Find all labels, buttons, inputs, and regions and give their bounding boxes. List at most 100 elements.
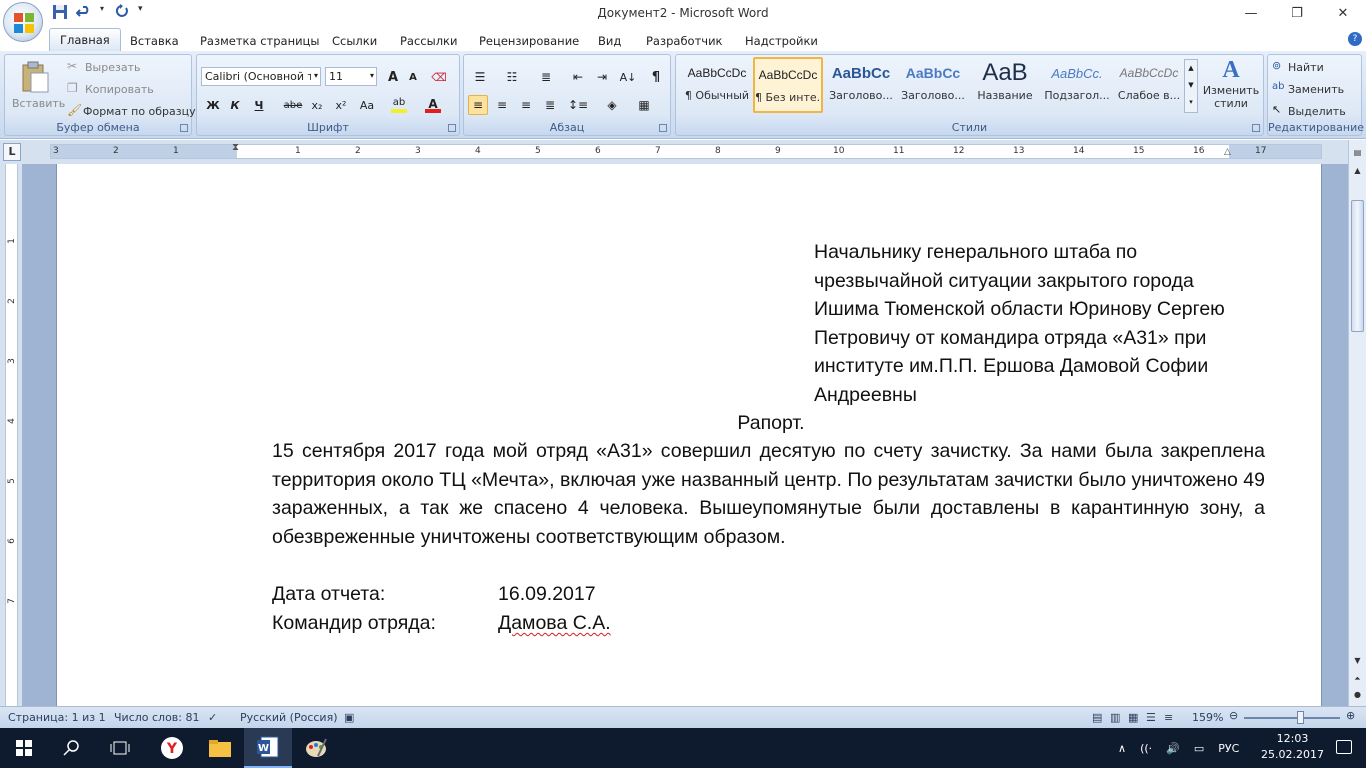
file-explorer-button[interactable]: [196, 728, 244, 768]
zoom-slider[interactable]: [1244, 717, 1340, 719]
numbering-button[interactable]: ☷: [502, 67, 522, 87]
scroll-up-icon[interactable]: ▲: [1349, 162, 1366, 179]
paint-button[interactable]: [292, 728, 340, 768]
ruler-toggle-icon[interactable]: ▤: [1349, 144, 1366, 161]
style-heading-1[interactable]: AaBbCc Заголово...: [826, 57, 896, 113]
bullets-button[interactable]: ☰: [470, 67, 490, 87]
tab-developer[interactable]: Разработчик: [646, 31, 723, 51]
zoom-level[interactable]: 159%: [1192, 711, 1223, 724]
line-spacing-button[interactable]: ↕≡: [568, 95, 588, 115]
search-button[interactable]: [48, 728, 96, 768]
help-icon[interactable]: ?: [1348, 32, 1362, 46]
print-layout-icon[interactable]: ▤: [1092, 711, 1102, 724]
replace-button[interactable]: ab Заменить: [1272, 81, 1358, 99]
increase-indent-button[interactable]: ⇥: [592, 67, 612, 87]
change-case-button[interactable]: Aa: [357, 95, 377, 115]
bold-button[interactable]: Ж: [203, 95, 223, 115]
tab-selector[interactable]: L: [3, 143, 21, 161]
full-screen-reading-icon[interactable]: ▥: [1110, 711, 1120, 724]
align-right-button[interactable]: ≡: [516, 95, 536, 115]
macro-record-icon[interactable]: ▣: [344, 711, 354, 724]
change-styles-button[interactable]: A Изменить стили: [1202, 57, 1260, 119]
decrease-indent-button[interactable]: ⇤: [568, 67, 588, 87]
sort-button[interactable]: A↓: [618, 67, 638, 87]
office-button[interactable]: [3, 2, 43, 42]
previous-page-icon[interactable]: ⏶: [1349, 670, 1366, 687]
superscript-button[interactable]: x²: [331, 95, 351, 115]
shading-button[interactable]: ◈: [602, 95, 622, 115]
underline-button[interactable]: Ч: [249, 95, 269, 115]
font-launcher-icon[interactable]: [448, 124, 456, 132]
cut-button[interactable]: ✂ Вырезать: [65, 59, 185, 77]
vertical-ruler-track[interactable]: 1 2 3 4 5 6 7: [5, 164, 18, 706]
right-indent-marker-icon[interactable]: △: [1224, 147, 1231, 157]
tab-insert[interactable]: Вставка: [130, 31, 179, 51]
word-count[interactable]: Число слов: 81: [114, 711, 200, 724]
style-normal[interactable]: AaBbCcDc ¶ Обычный: [682, 57, 752, 113]
styles-launcher-icon[interactable]: [1252, 124, 1260, 132]
spelling-icon[interactable]: ✓: [208, 711, 217, 724]
shrink-font-button[interactable]: A: [403, 67, 423, 87]
notifications-icon[interactable]: [1336, 740, 1352, 754]
grow-font-button[interactable]: A: [383, 67, 403, 87]
multilevel-list-button[interactable]: ≣: [536, 67, 556, 87]
font-name-box[interactable]: Calibri (Основной те ▾: [201, 67, 321, 86]
document-page[interactable]: Начальнику генерального штаба по чрезвыч…: [56, 164, 1322, 706]
horizontal-ruler[interactable]: 3 2 1 1 2 3 4 5 6 7 8 9 10 11 12 13 14 1…: [50, 142, 1322, 159]
yandex-browser-button[interactable]: Y: [148, 728, 196, 768]
format-painter-button[interactable]: 🖌 Формат по образцу: [65, 103, 196, 121]
select-button[interactable]: ↖ Выделить: [1272, 103, 1358, 121]
tab-mailings[interactable]: Рассылки: [400, 31, 457, 51]
scroll-down-icon[interactable]: ▼: [1349, 652, 1366, 669]
scroll-thumb[interactable]: [1351, 200, 1364, 332]
word-taskbar-button[interactable]: W: [244, 728, 292, 768]
task-view-button[interactable]: [96, 728, 144, 768]
justify-button[interactable]: ≣: [540, 95, 560, 115]
clear-format-button[interactable]: ⌫: [429, 67, 449, 87]
clock[interactable]: 12:03 25.02.2017: [1261, 731, 1324, 763]
language-indicator-taskbar[interactable]: РУС: [1218, 742, 1239, 755]
subscript-button[interactable]: x₂: [307, 95, 327, 115]
show-hidden-icons-icon[interactable]: ∧: [1118, 742, 1126, 755]
tab-page-layout[interactable]: Разметка страницы: [200, 31, 319, 51]
tab-addins[interactable]: Надстройки: [745, 31, 818, 51]
vertical-scrollbar[interactable]: ▤ ▲ ▼ ⏶ ●: [1348, 140, 1366, 706]
zoom-slider-thumb[interactable]: [1296, 711, 1304, 724]
tab-home[interactable]: Главная: [49, 28, 121, 51]
align-center-button[interactable]: ≡: [492, 95, 512, 115]
language-indicator[interactable]: Русский (Россия): [240, 711, 338, 724]
web-layout-icon[interactable]: ▦: [1128, 711, 1138, 724]
page-count[interactable]: Страница: 1 из 1: [8, 711, 106, 724]
volume-icon[interactable]: 🔊: [1166, 742, 1180, 755]
tab-review[interactable]: Рецензирование: [479, 31, 579, 51]
align-left-button[interactable]: ≡: [468, 95, 488, 115]
draft-icon[interactable]: ≡: [1164, 711, 1173, 724]
highlight-button[interactable]: ab: [389, 95, 409, 115]
italic-button[interactable]: К: [225, 95, 245, 115]
tab-view[interactable]: Вид: [598, 31, 621, 51]
paragraph-launcher-icon[interactable]: [659, 124, 667, 132]
start-button[interactable]: [0, 728, 48, 768]
tab-references[interactable]: Ссылки: [332, 31, 377, 51]
clipboard-launcher-icon[interactable]: [180, 124, 188, 132]
font-color-button[interactable]: A: [423, 95, 443, 115]
style-subtitle[interactable]: AaBbCc. Подзагол...: [1042, 57, 1112, 113]
show-marks-button[interactable]: ¶: [646, 67, 666, 87]
borders-button[interactable]: ▦: [634, 95, 654, 115]
copy-button[interactable]: ❐ Копировать: [65, 81, 185, 99]
maximize-button[interactable]: ❐: [1274, 0, 1320, 27]
indent-marker-icon[interactable]: ⧗: [232, 142, 239, 153]
minimize-button[interactable]: —: [1228, 0, 1274, 27]
paste-button[interactable]: Вставить: [9, 59, 65, 117]
outline-icon[interactable]: ☰: [1146, 711, 1156, 724]
style-heading-2[interactable]: AaBbCc Заголово...: [898, 57, 968, 113]
zoom-out-icon[interactable]: ⊖: [1229, 709, 1238, 722]
network-icon[interactable]: ((·: [1140, 742, 1152, 755]
close-button[interactable]: ✕: [1320, 0, 1366, 27]
find-button[interactable]: ⊚ Найти: [1272, 59, 1358, 77]
browse-object-icon[interactable]: ●: [1349, 686, 1366, 703]
strikethrough-button[interactable]: abe: [283, 95, 303, 115]
font-size-box[interactable]: 11 ▾: [325, 67, 377, 86]
styles-gallery-scroll[interactable]: ▲ ▼ ▾: [1184, 59, 1198, 113]
keyboard-icon[interactable]: ▭: [1194, 742, 1204, 755]
